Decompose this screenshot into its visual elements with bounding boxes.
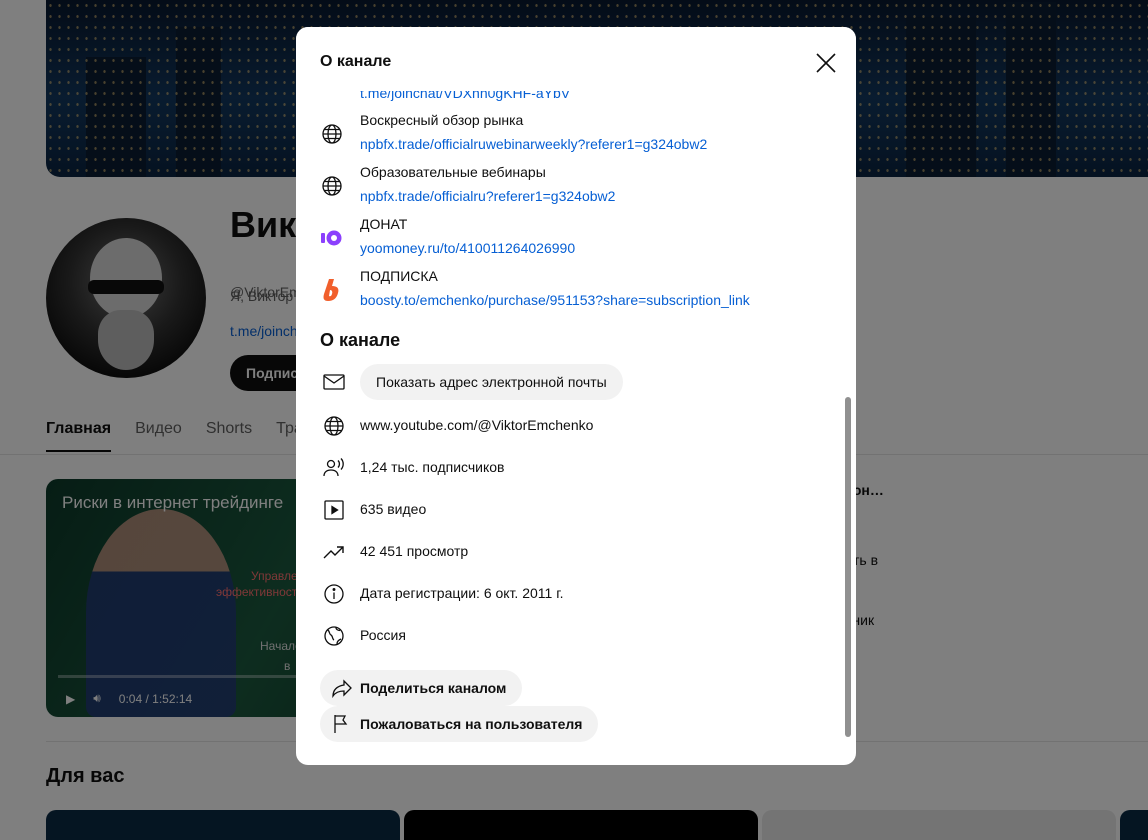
report-user-button[interactable]: Пожаловаться на пользователя <box>320 706 599 742</box>
about-section-title: О канале <box>320 330 401 350</box>
boosty-icon <box>320 278 344 302</box>
dialog-scroll-area[interactable]: t.me/joinchat/VDXnn0gKHF-aYbV Воскресный… <box>296 27 856 765</box>
link-item: ПОДПИСКА boosty.to/emchenko/purchase/951… <box>320 268 820 320</box>
link-item: Воскресный обзор рынка npbfx.trade/offic… <box>320 112 820 164</box>
close-button[interactable] <box>812 49 840 77</box>
share-channel-button[interactable]: Поделиться каналом <box>320 670 523 706</box>
dialog-scrollbar[interactable] <box>845 397 851 737</box>
link-label: Образовательные вебинары <box>360 164 546 180</box>
globe-icon <box>322 414 346 438</box>
yoomoney-icon <box>320 226 344 250</box>
show-email-button[interactable]: Показать адрес электронной почты <box>360 364 623 400</box>
world-icon <box>322 624 346 648</box>
link-item: Образовательные вебинары npbfx.trade/off… <box>320 164 820 216</box>
about-dialog: t.me/joinchat/VDXnn0gKHF-aYbV Воскресный… <box>296 27 856 765</box>
dialog-title: О канале <box>320 53 392 70</box>
info-row-subscribers: 1,24 тыс. подписчиков <box>320 456 800 480</box>
flag-icon <box>330 712 354 736</box>
view-count: 42 451 просмотр <box>360 543 469 559</box>
info-row-joined: Дата регистрации: 6 окт. 2011 г. <box>320 582 800 606</box>
info-row-url: www.youtube.com/@ViktorEmchenko <box>320 414 800 438</box>
channel-url[interactable]: www.youtube.com/@ViktorEmchenko <box>360 417 593 433</box>
globe-icon <box>320 174 344 198</box>
link-url[interactable]: boosty.to/emchenko/purchase/951153?share… <box>360 292 750 308</box>
subscriber-count: 1,24 тыс. подписчиков <box>360 459 505 475</box>
link-url[interactable]: yoomoney.ru/to/410011264026990 <box>360 240 575 256</box>
subscribers-icon <box>322 456 346 480</box>
link-label: Воскресный обзор рынка <box>360 112 524 128</box>
video-icon <box>322 498 346 522</box>
report-user-label: Пожаловаться на пользователя <box>360 716 583 732</box>
dialog-header: О канале <box>296 27 856 91</box>
link-label: ПОДПИСКА <box>360 268 438 284</box>
link-url[interactable]: npbfx.trade/officialru?referer1=g324obw2 <box>360 188 615 204</box>
link-item: ДОНАТ yoomoney.ru/to/410011264026990 <box>320 216 820 268</box>
info-row-country: Россия <box>320 624 800 648</box>
close-icon <box>812 53 840 81</box>
globe-icon <box>320 122 344 146</box>
link-label: ДОНАТ <box>360 216 408 232</box>
link-url[interactable]: npbfx.trade/officialruwebinarweekly?refe… <box>360 136 707 152</box>
country: Россия <box>360 627 406 643</box>
share-channel-label: Поделиться каналом <box>360 680 507 696</box>
mail-icon <box>322 370 346 394</box>
info-row-views: 42 451 просмотр <box>320 540 800 564</box>
share-icon <box>330 676 354 700</box>
info-row-videos: 635 видео <box>320 498 800 522</box>
join-date: Дата регистрации: 6 окт. 2011 г. <box>360 585 564 601</box>
info-icon <box>322 582 346 606</box>
video-count: 635 видео <box>360 501 427 517</box>
trending-up-icon <box>322 540 346 564</box>
